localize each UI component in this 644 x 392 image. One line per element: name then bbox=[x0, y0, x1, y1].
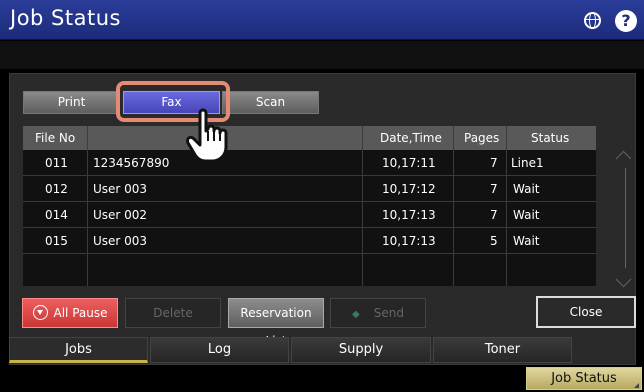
all-pause-label: All Pause bbox=[53, 306, 108, 320]
scroll-up-icon[interactable] bbox=[615, 148, 635, 162]
cell-status: Line1 bbox=[511, 156, 544, 170]
table-row[interactable]: 012 User 003 10,17:12 7 Wait bbox=[23, 176, 596, 202]
cell-date-time: 10,17:11 bbox=[382, 156, 436, 170]
table-row[interactable]: 015 User 003 10,17:13 5 Wait bbox=[23, 228, 596, 254]
job-status-label: Job Status bbox=[551, 371, 617, 386]
column-pages: Pages bbox=[464, 131, 500, 145]
cell-file-no: 011 bbox=[45, 156, 68, 170]
send-label: Send bbox=[373, 306, 404, 320]
table-header: File No Date,Time Pages Status bbox=[23, 126, 596, 150]
column-file-no: File No bbox=[35, 131, 76, 145]
cell-file-no: 015 bbox=[45, 234, 68, 248]
cell-name: User 003 bbox=[93, 182, 148, 196]
corner-arrow-icon bbox=[634, 383, 639, 388]
tab-supply[interactable]: Supply bbox=[291, 337, 431, 363]
help-icon[interactable]: ? bbox=[615, 10, 637, 32]
title-bar: Job Status ? bbox=[0, 0, 644, 40]
cell-status: Wait bbox=[513, 208, 540, 222]
cell-status: Wait bbox=[513, 182, 540, 196]
cell-pages: 7 bbox=[490, 156, 498, 170]
cell-file-no: 012 bbox=[45, 182, 68, 196]
send-button[interactable]: ◆ Send bbox=[330, 298, 426, 328]
tab-jobs[interactable]: Jobs bbox=[9, 337, 148, 363]
globe-icon[interactable] bbox=[584, 12, 601, 29]
cell-file-no: 014 bbox=[45, 208, 68, 222]
tab-toner[interactable]: Toner bbox=[433, 337, 572, 363]
all-pause-button[interactable]: All Pause bbox=[22, 298, 118, 328]
cell-status: Wait bbox=[513, 234, 540, 248]
tab-log[interactable]: Log bbox=[150, 337, 289, 363]
delete-button[interactable]: Delete bbox=[125, 298, 221, 328]
reservation-list-button[interactable]: Reservation List bbox=[228, 298, 324, 348]
cell-name: User 003 bbox=[93, 234, 148, 248]
tab-print[interactable]: Print bbox=[23, 91, 120, 114]
pointing-hand-icon bbox=[186, 108, 228, 163]
cell-name: User 002 bbox=[93, 208, 148, 222]
cell-date-time: 10,17:13 bbox=[382, 234, 436, 248]
tab-scan[interactable]: Scan bbox=[222, 91, 319, 114]
close-button[interactable]: Close bbox=[536, 296, 636, 328]
table-row[interactable]: 011 1234567890 10,17:11 7 Line1 bbox=[23, 150, 596, 176]
scrollbar[interactable] bbox=[625, 168, 626, 268]
cell-name: 1234567890 bbox=[93, 156, 170, 170]
scroll-down-icon[interactable] bbox=[615, 276, 635, 290]
table-row[interactable]: 014 User 002 10,17:13 7 Wait bbox=[23, 202, 596, 228]
column-status: Status bbox=[531, 131, 570, 145]
window-title: Job Status bbox=[10, 6, 121, 30]
message-area bbox=[0, 41, 644, 69]
job-status-button[interactable]: Job Status bbox=[526, 367, 642, 390]
cell-date-time: 10,17:12 bbox=[382, 182, 436, 196]
cell-pages: 7 bbox=[490, 182, 498, 196]
column-date-time: Date,Time bbox=[380, 131, 442, 145]
cell-pages: 5 bbox=[490, 234, 498, 248]
send-icon: ◆ bbox=[352, 309, 360, 320]
job-table: File No Date,Time Pages Status 011 12345… bbox=[23, 126, 596, 286]
cell-pages: 7 bbox=[490, 208, 498, 222]
cell-date-time: 10,17:13 bbox=[382, 208, 436, 222]
stop-icon bbox=[32, 305, 48, 320]
